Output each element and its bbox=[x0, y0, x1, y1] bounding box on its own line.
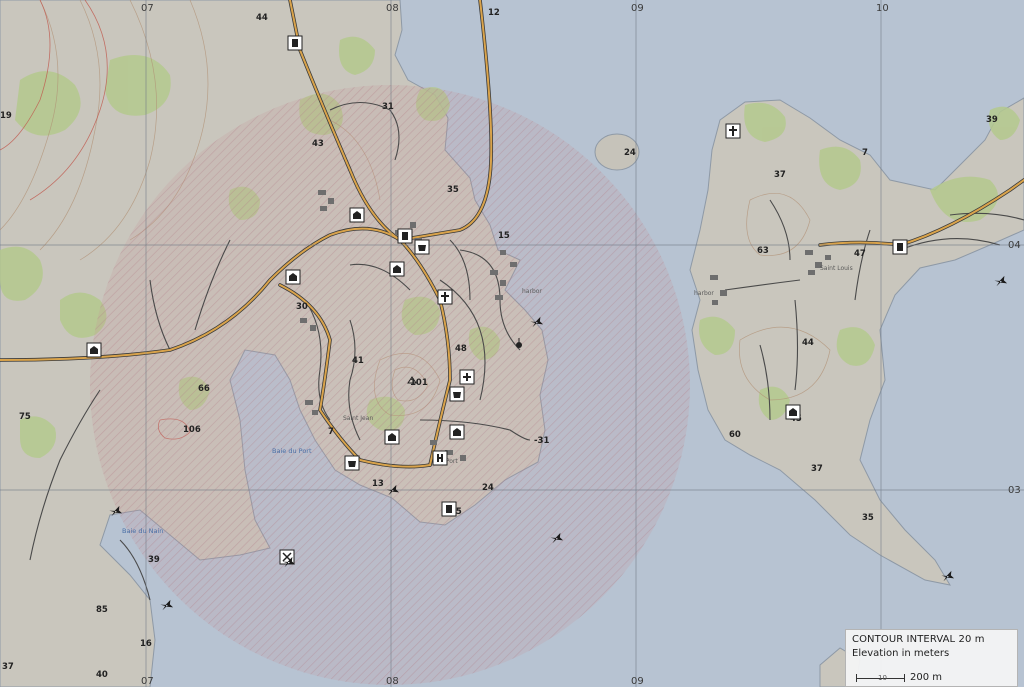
svg-text:-31: -31 bbox=[534, 436, 549, 446]
grid-label-y: 03 bbox=[1008, 485, 1021, 496]
svg-text:85: 85 bbox=[96, 605, 108, 615]
svg-text:harbor: harbor bbox=[694, 290, 714, 297]
svg-text:12: 12 bbox=[488, 8, 500, 18]
store-icon[interactable] bbox=[449, 386, 465, 402]
contour-interval-text: CONTOUR INTERVAL 20 m bbox=[852, 634, 985, 645]
scale-tick bbox=[904, 674, 905, 682]
svg-text:41: 41 bbox=[352, 356, 364, 366]
svg-text:44: 44 bbox=[802, 338, 814, 348]
svg-text:43: 43 bbox=[312, 139, 324, 149]
house-icon[interactable] bbox=[384, 429, 400, 445]
scale-label: 200 m bbox=[910, 672, 943, 683]
svg-text:7: 7 bbox=[328, 427, 334, 437]
svg-text:63: 63 bbox=[757, 246, 769, 256]
scale-tick bbox=[856, 674, 857, 682]
svg-text:31: 31 bbox=[382, 102, 394, 112]
svg-text:37: 37 bbox=[774, 170, 786, 180]
grid-label-x: 09 bbox=[631, 676, 644, 687]
svg-text:40: 40 bbox=[96, 670, 108, 680]
svg-text:30: 30 bbox=[296, 302, 308, 312]
map-legend: CONTOUR INTERVAL 20 m Elevation in meter… bbox=[845, 629, 1018, 687]
map-canvas[interactable]: 07 08 09 10 07 08 09 04 03 44 12 31 43 3… bbox=[0, 0, 1024, 687]
svg-text:37: 37 bbox=[2, 662, 14, 672]
fuel-icon[interactable] bbox=[287, 35, 303, 51]
fuel-icon[interactable] bbox=[441, 501, 457, 517]
svg-text:60: 60 bbox=[729, 430, 741, 440]
scale-bar: 10 200 m bbox=[852, 672, 1012, 686]
church-icon[interactable] bbox=[437, 289, 453, 305]
svg-text:13: 13 bbox=[372, 479, 384, 489]
svg-text:44: 44 bbox=[256, 13, 268, 23]
bay-label: Baie du Nain bbox=[122, 527, 163, 535]
store-icon[interactable] bbox=[414, 239, 430, 255]
svg-text:16: 16 bbox=[140, 639, 152, 649]
svg-text:75: 75 bbox=[19, 412, 31, 422]
hospital-icon[interactable] bbox=[459, 369, 475, 385]
house-icon[interactable] bbox=[349, 207, 365, 223]
grid-label-x: 07 bbox=[141, 3, 154, 14]
grid-label-x: 07 bbox=[141, 676, 154, 687]
svg-text:Saint Jean: Saint Jean bbox=[343, 415, 373, 422]
restricted-zone-hatch bbox=[90, 85, 690, 685]
map-view[interactable]: 07 08 09 10 07 08 09 04 03 44 12 31 43 3… bbox=[0, 0, 1024, 687]
church-icon[interactable] bbox=[725, 123, 741, 139]
grid-label-x: 08 bbox=[386, 676, 399, 687]
grid-label-x: 08 bbox=[386, 3, 399, 14]
house-icon[interactable] bbox=[389, 261, 405, 277]
svg-text:35: 35 bbox=[862, 513, 874, 523]
svg-text:39: 39 bbox=[986, 115, 998, 125]
fuel-icon[interactable] bbox=[892, 239, 908, 255]
svg-text:35: 35 bbox=[447, 185, 459, 195]
grid-label-y: 04 bbox=[1008, 240, 1021, 251]
grid-label-x: 09 bbox=[631, 3, 644, 14]
fuel-icon[interactable] bbox=[397, 228, 413, 244]
svg-text:48: 48 bbox=[455, 344, 467, 354]
svg-text:106: 106 bbox=[183, 425, 201, 435]
house-icon[interactable] bbox=[449, 424, 465, 440]
svg-text:24: 24 bbox=[482, 483, 494, 493]
bay-label: Baie du Port bbox=[272, 447, 312, 455]
svg-text:19: 19 bbox=[0, 111, 12, 121]
svg-text:24: 24 bbox=[624, 148, 636, 158]
svg-text:15: 15 bbox=[498, 231, 510, 241]
svg-text:66: 66 bbox=[198, 384, 210, 394]
house-icon[interactable] bbox=[285, 269, 301, 285]
svg-text:39: 39 bbox=[148, 555, 160, 565]
house-icon[interactable] bbox=[86, 342, 102, 358]
svg-text:37: 37 bbox=[811, 464, 823, 474]
svg-text:47: 47 bbox=[854, 249, 866, 259]
svg-text:harbor: harbor bbox=[522, 288, 542, 295]
scale-mid-label: 10 bbox=[878, 674, 887, 682]
grid-label-x: 10 bbox=[876, 3, 889, 14]
svg-text:Saint Louis: Saint Louis bbox=[820, 265, 853, 272]
elevation-note-text: Elevation in meters bbox=[852, 648, 950, 659]
house-icon[interactable] bbox=[785, 404, 801, 420]
helipad-icon[interactable] bbox=[432, 450, 448, 466]
svg-text:7: 7 bbox=[862, 148, 868, 158]
store-icon[interactable] bbox=[344, 455, 360, 471]
